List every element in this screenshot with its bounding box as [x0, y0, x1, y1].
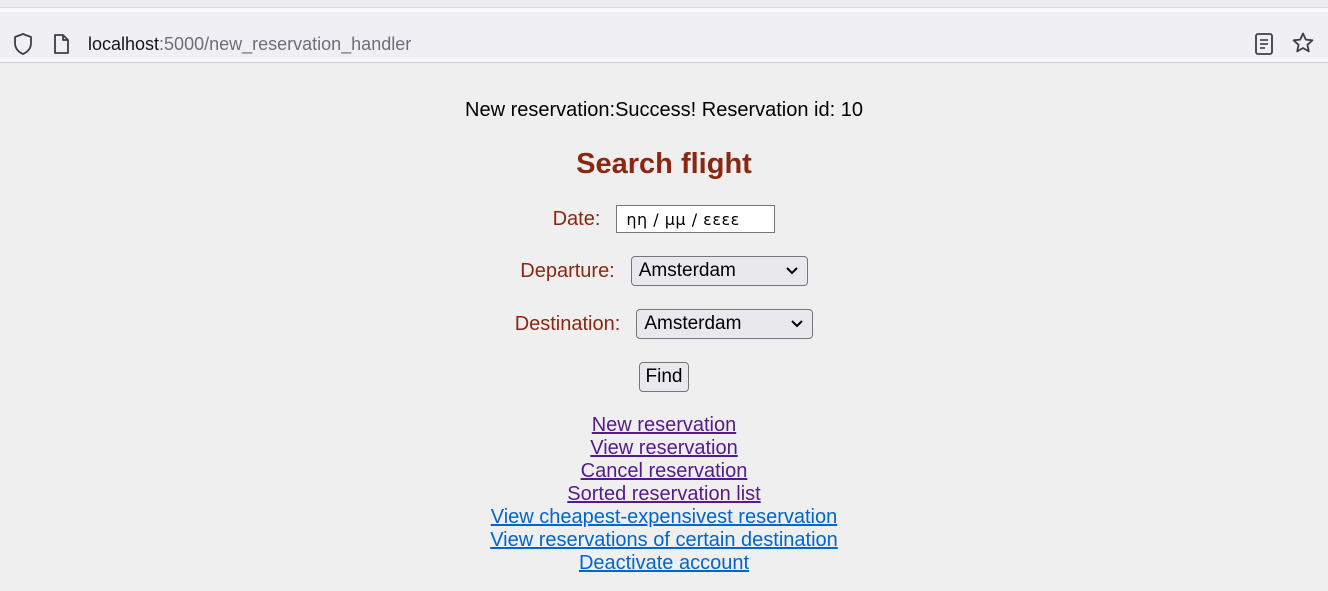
- chevron-down-icon: [786, 267, 798, 275]
- browser-toolbar: localhost:5000/new_reservation_handler: [0, 8, 1328, 63]
- reader-view-icon[interactable]: [1254, 32, 1274, 56]
- link-sorted-reservation-list[interactable]: Sorted reservation list: [567, 483, 760, 506]
- date-row: Date: ηη / μμ / εεεε: [0, 205, 1328, 233]
- page-title: Search flight: [576, 148, 752, 180]
- link-deactivate-account[interactable]: Deactivate account: [579, 552, 749, 575]
- shield-icon[interactable]: [12, 32, 34, 56]
- find-button[interactable]: Find: [639, 362, 689, 392]
- page-content: New reservation:Success! Reservation id:…: [0, 64, 1328, 591]
- destination-row: Destination: Amsterdam: [0, 309, 1328, 339]
- departure-selected-value: Amsterdam: [638, 260, 736, 281]
- destination-label: Destination:: [514, 312, 621, 335]
- bookmark-star-icon[interactable]: [1291, 31, 1315, 55]
- link-view-reservation[interactable]: View reservation: [590, 437, 737, 460]
- departure-row: Departure: Amsterdam: [0, 256, 1328, 286]
- link-new-reservation[interactable]: New reservation: [592, 414, 737, 437]
- status-message: New reservation:Success! Reservation id:…: [465, 99, 863, 121]
- url-path: :5000/new_reservation_handler: [159, 34, 412, 54]
- url-host: localhost: [88, 34, 160, 54]
- link-cancel-reservation[interactable]: Cancel reservation: [581, 460, 748, 483]
- link-cheapest-expensivest[interactable]: View cheapest-expensivest reservation: [491, 506, 837, 529]
- departure-select[interactable]: Amsterdam: [630, 256, 808, 286]
- chevron-down-icon: [791, 320, 804, 328]
- departure-label: Departure:: [520, 259, 615, 282]
- destination-select[interactable]: Amsterdam: [636, 309, 814, 339]
- date-input[interactable]: ηη / μμ / εεεε: [616, 205, 776, 233]
- destination-selected-value: Amsterdam: [644, 313, 742, 334]
- date-label: Date:: [552, 207, 601, 230]
- url-text[interactable]: localhost:5000/new_reservation_handler: [88, 33, 411, 55]
- link-reservations-by-destination[interactable]: View reservations of certain destination: [490, 529, 838, 552]
- nav-links: New reservation View reservation Cancel …: [0, 414, 1328, 575]
- find-wrapper: Find: [0, 362, 1328, 392]
- browser-tabstrip: [0, 0, 1328, 8]
- page-icon[interactable]: [52, 33, 70, 55]
